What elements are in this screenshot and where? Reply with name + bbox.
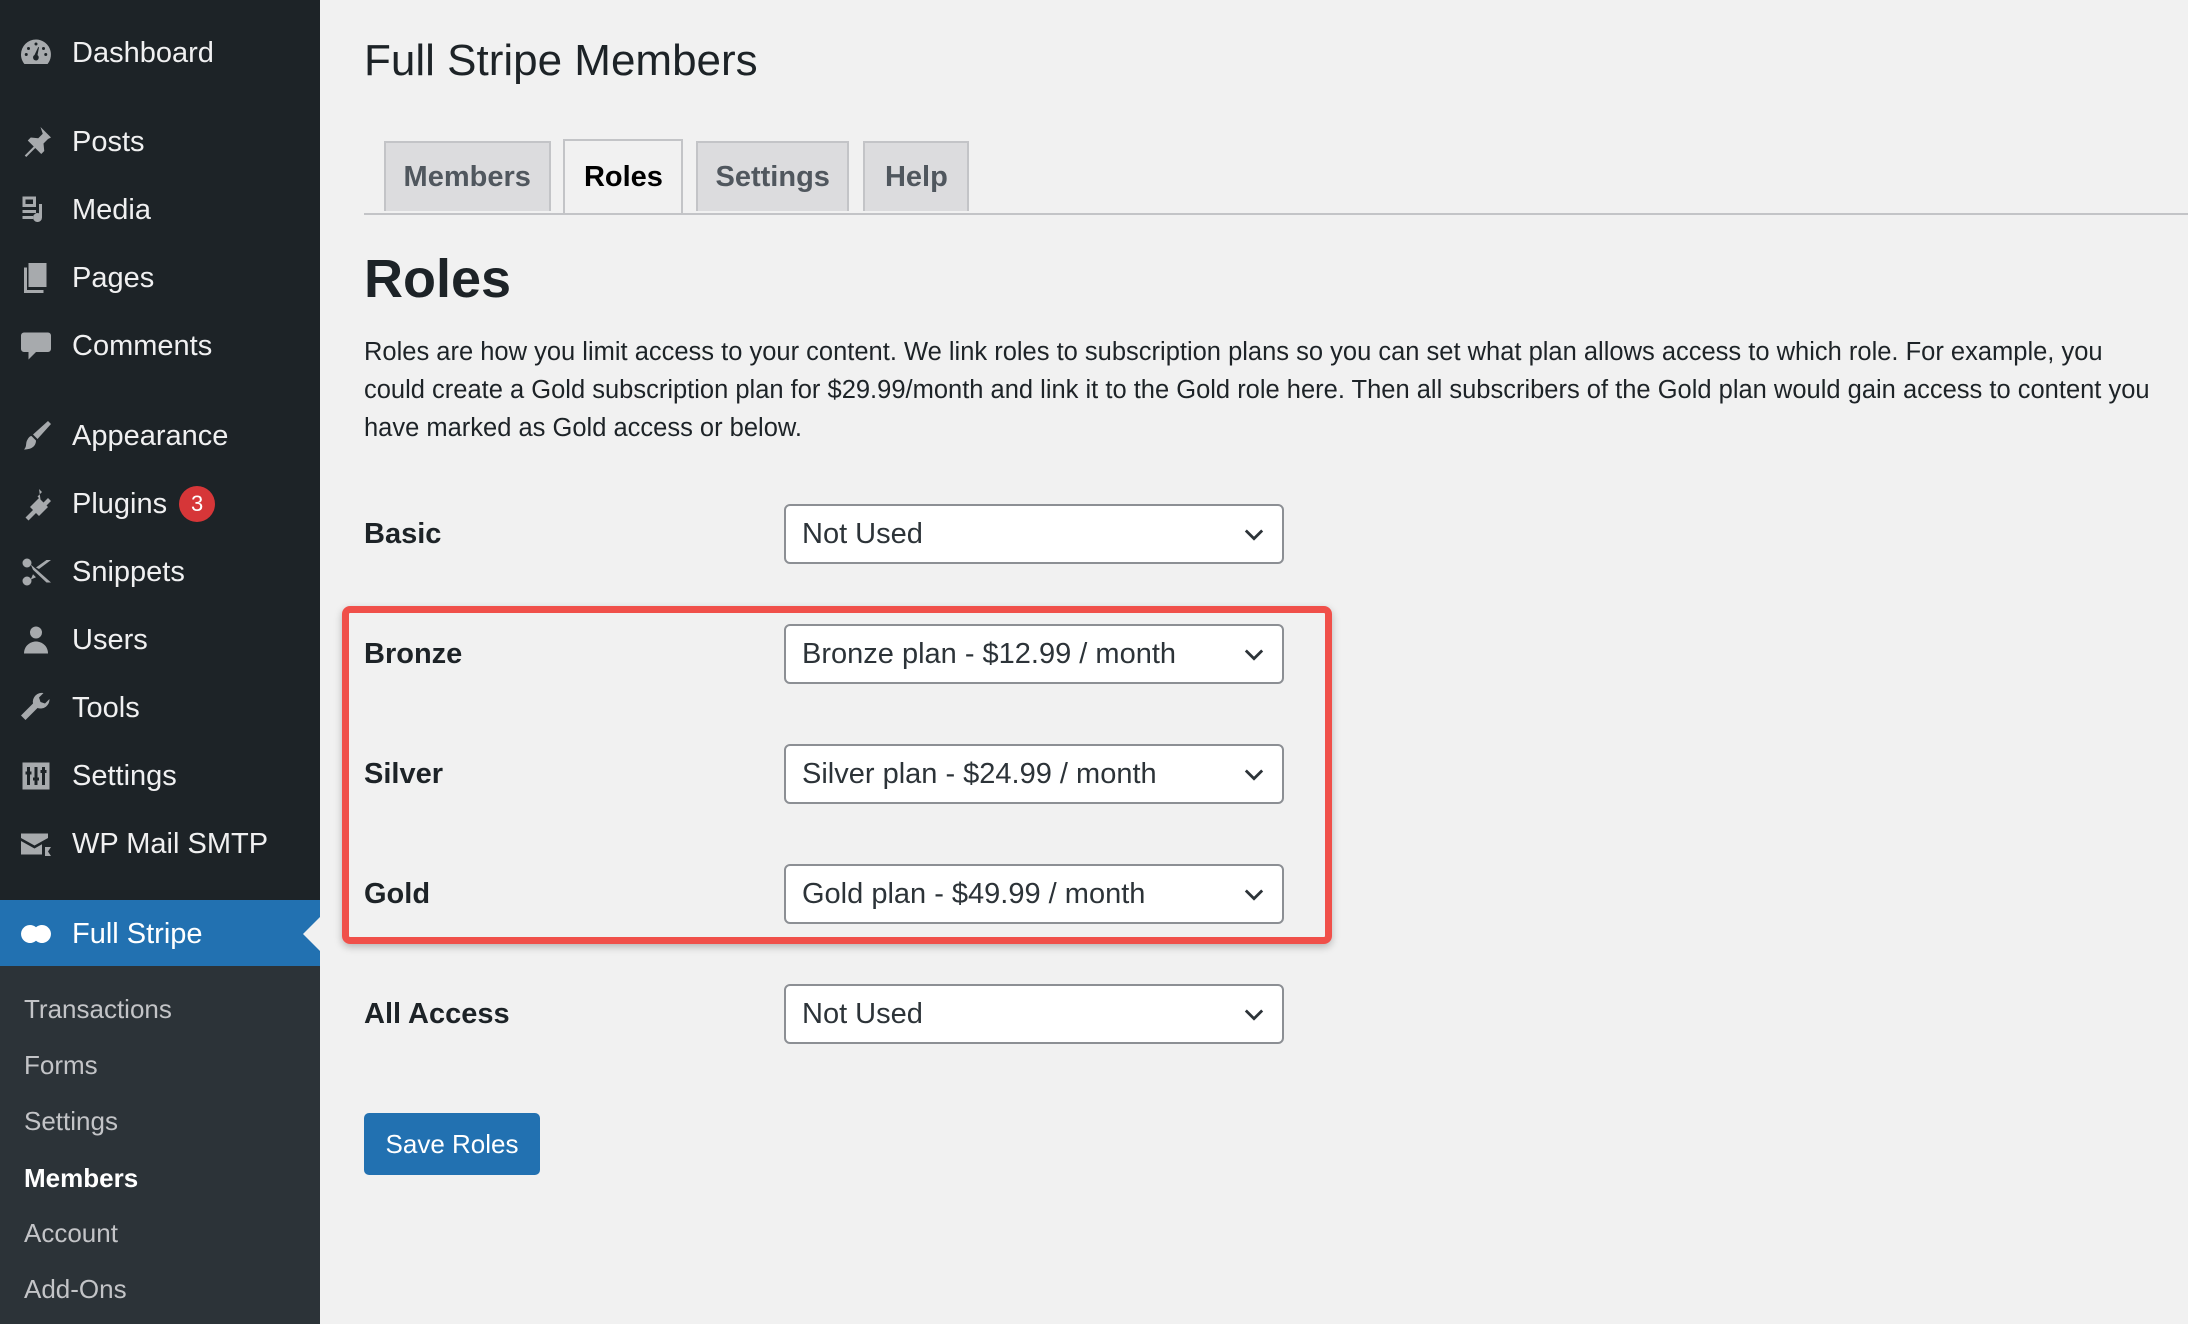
menu-item-tools[interactable]: Tools: [0, 674, 320, 742]
role-label-basic: Basic: [364, 518, 442, 550]
role-label-silver: Silver: [364, 758, 443, 790]
menu-item-label: Media: [72, 193, 151, 226]
role-label-bronze: Bronze: [364, 638, 463, 670]
pages-icon: [16, 258, 56, 298]
menu-item-label: Appearance: [72, 419, 229, 452]
menu-item-label: Pages: [72, 261, 155, 294]
menu-item-snippets[interactable]: Snippets: [0, 538, 320, 606]
role-label-all-access: All Access: [364, 998, 510, 1030]
chevron-down-icon: [1240, 880, 1268, 908]
comment-icon: [16, 326, 56, 366]
menu-item-label: WP Mail SMTP: [72, 827, 269, 860]
select-value: Not Used: [802, 997, 923, 1030]
menu-item-label: Settings: [72, 759, 177, 792]
menu-item-label: Comments: [72, 329, 213, 362]
tab-roles[interactable]: Roles: [563, 139, 684, 213]
submenu-item-members[interactable]: Members: [24, 1163, 138, 1194]
menu-item-label: Plugins: [72, 487, 168, 520]
menu-item-users[interactable]: Users: [0, 606, 320, 674]
select-value: Gold plan - $49.99 / month: [802, 877, 1146, 910]
roles-description: Roles are how you limit access to your c…: [364, 338, 2150, 442]
full-stripe-submenu: Transactions Forms Settings Members Acco…: [0, 966, 320, 1324]
menu-item-comments[interactable]: Comments: [0, 312, 320, 380]
plugins-update-badge: 3: [179, 486, 216, 522]
menu-item-label: Posts: [72, 125, 145, 158]
main-content: Full Stripe Members Members Roles Settings…: [320, 0, 2188, 1324]
wrench-icon: [16, 688, 56, 728]
chevron-down-icon: [1240, 1000, 1268, 1028]
submenu-item-account[interactable]: Account: [24, 1218, 118, 1249]
role-select-bronze[interactable]: Bronze plan - $12.99 / month: [784, 624, 1284, 684]
tab-members[interactable]: Members: [383, 141, 551, 211]
role-select-gold[interactable]: Gold plan - $49.99 / month: [784, 864, 1284, 924]
menu-item-label: Full Stripe: [72, 917, 203, 950]
menu-item-posts[interactable]: Posts: [0, 108, 320, 176]
chevron-down-icon: [1240, 520, 1268, 548]
role-select-basic[interactable]: Not Used: [784, 504, 1284, 564]
menu-item-appearance[interactable]: Appearance: [0, 402, 320, 470]
role-label-gold: Gold: [364, 878, 431, 910]
menu-item-label: Users: [72, 623, 148, 656]
select-value: Silver plan - $24.99 / month: [802, 757, 1157, 790]
menu-item-full-stripe[interactable]: Full Stripe: [0, 900, 320, 968]
nav-tabs: Members Roles Settings Help: [364, 139, 2188, 215]
full-stripe-icon: [16, 914, 56, 954]
chevron-down-icon: [1240, 640, 1268, 668]
tab-settings[interactable]: Settings: [696, 141, 850, 211]
tab-help[interactable]: Help: [863, 141, 970, 211]
submenu-item-add-ons[interactable]: Add-Ons: [24, 1274, 127, 1305]
brush-icon: [16, 416, 56, 456]
page-title: Full Stripe Members: [364, 36, 758, 85]
plug-icon: [16, 484, 56, 524]
chevron-down-icon: [1240, 760, 1268, 788]
dashboard-icon: [16, 33, 56, 73]
role-select-all-access[interactable]: Not Used: [784, 984, 1284, 1044]
submenu-item-transactions[interactable]: Transactions: [24, 994, 172, 1025]
sliders-icon: [16, 756, 56, 796]
pin-icon: [16, 122, 56, 162]
menu-item-media[interactable]: Media: [0, 176, 320, 244]
scissors-icon: [16, 552, 56, 592]
select-value: Not Used: [802, 517, 923, 550]
menu-item-plugins[interactable]: Plugins 3: [0, 470, 320, 538]
mail-icon: [16, 824, 56, 864]
menu-item-pages[interactable]: Pages: [0, 244, 320, 312]
menu-item-label: Snippets: [72, 555, 185, 588]
submenu-item-forms[interactable]: Forms: [24, 1050, 98, 1081]
media-icon: [16, 190, 56, 230]
save-roles-button[interactable]: Save Roles: [364, 1113, 540, 1175]
admin-sidebar: Dashboard Posts Media Pages Comments App…: [0, 0, 320, 1324]
menu-item-label: Tools: [72, 691, 140, 724]
menu-item-label: Dashboard: [72, 36, 214, 69]
menu-item-settings[interactable]: Settings: [0, 742, 320, 810]
section-title: Roles: [364, 249, 512, 309]
menu-item-dashboard[interactable]: Dashboard: [0, 19, 320, 87]
menu-item-wp-mail-smtp[interactable]: WP Mail SMTP: [0, 810, 320, 878]
submenu-item-settings[interactable]: Settings: [24, 1106, 118, 1137]
select-value: Bronze plan - $12.99 / month: [802, 637, 1177, 670]
role-select-silver[interactable]: Silver plan - $24.99 / month: [784, 744, 1284, 804]
user-icon: [16, 620, 56, 660]
